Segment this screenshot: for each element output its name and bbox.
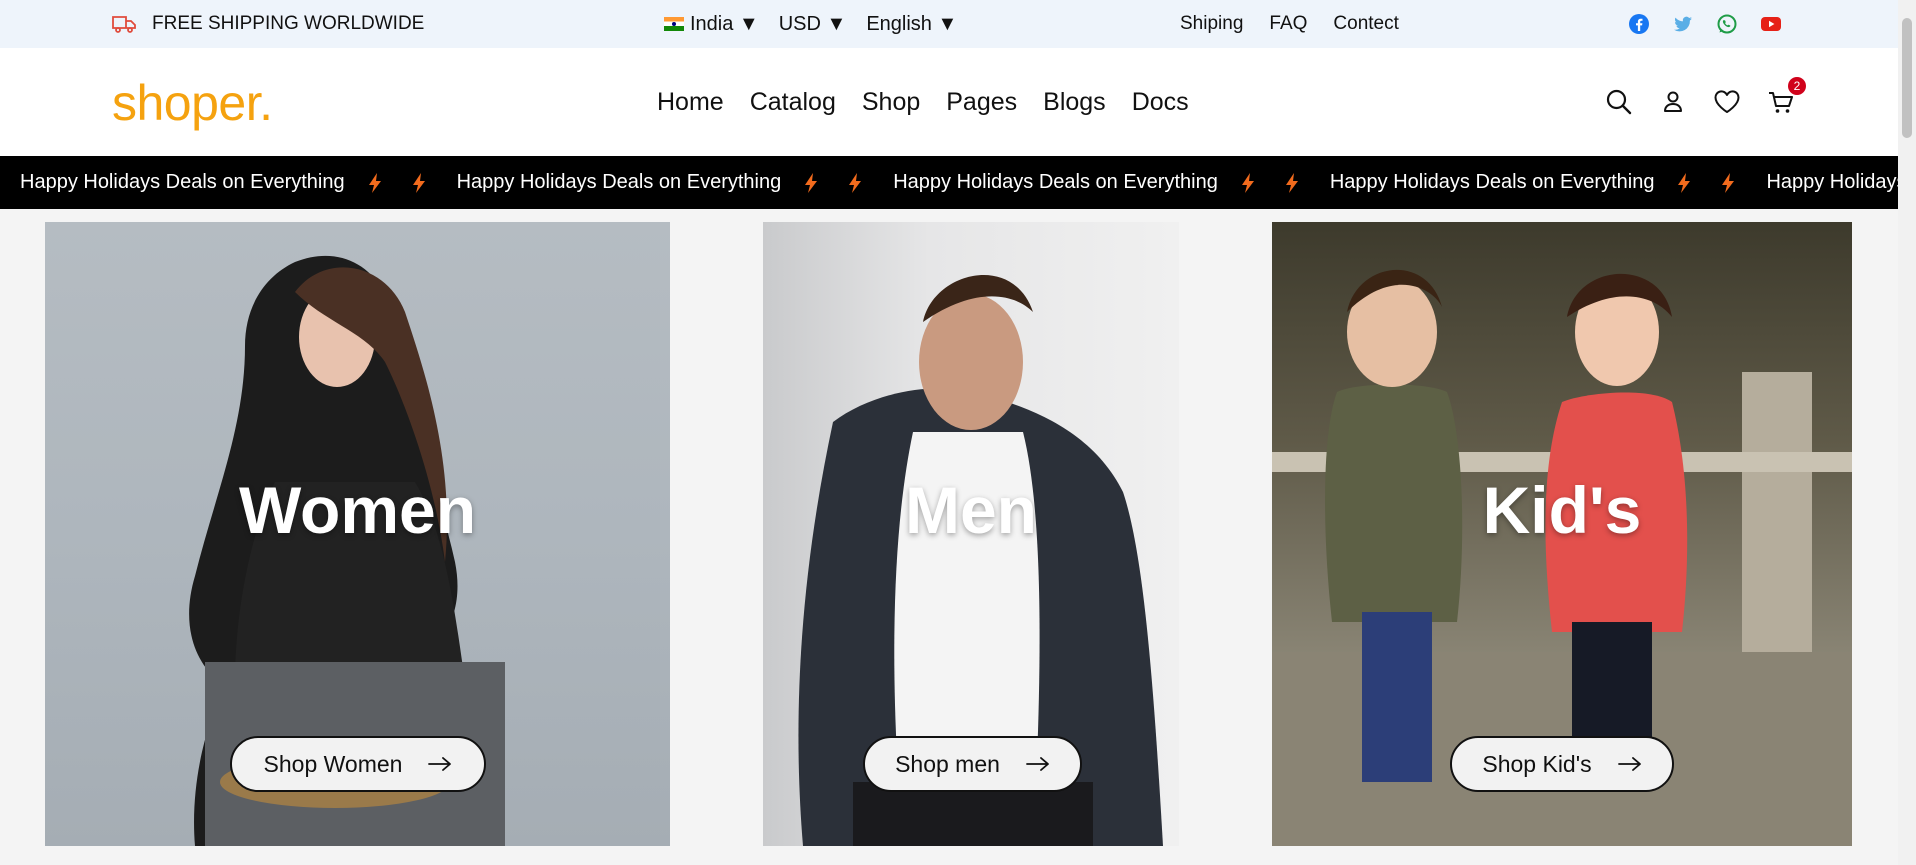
- category-card-men[interactable]: Men Shop men: [763, 222, 1179, 846]
- lightning-icon: [1676, 172, 1692, 194]
- marquee-item: Happy Holidays Deals on Everything: [20, 171, 457, 194]
- lightning-icon: [847, 172, 863, 194]
- arrow-right-icon: [428, 757, 452, 771]
- top-links: Shiping FAQ Contect: [1180, 0, 1399, 48]
- facebook-icon[interactable]: [1628, 13, 1650, 35]
- truck-icon: [112, 16, 136, 33]
- whatsapp-icon[interactable]: [1716, 13, 1738, 35]
- shop-kids-button[interactable]: Shop Kid's: [1450, 736, 1674, 792]
- arrow-right-icon: [1026, 757, 1049, 771]
- category-card-kids[interactable]: Kid's Shop Kid's: [1272, 222, 1852, 846]
- marquee-text: Happy Holidays Deals on Everything: [1329, 171, 1655, 193]
- category-title: Kid's: [1482, 473, 1642, 547]
- category-card-women[interactable]: Women Shop Women: [45, 222, 670, 846]
- nav-home[interactable]: Home: [657, 88, 724, 117]
- faq-link[interactable]: FAQ: [1269, 13, 1307, 35]
- youtube-icon[interactable]: [1760, 13, 1782, 35]
- india-flag-icon: [664, 17, 684, 31]
- shop-women-button[interactable]: Shop Women: [230, 736, 486, 792]
- marquee-text: Happy Holidays Deals on Everything: [20, 171, 345, 193]
- promo-marquee: Happy Holidays Deals on Everything Happy …: [0, 156, 1898, 209]
- nav-docs[interactable]: Docs: [1132, 88, 1189, 117]
- marquee-text: Happy Holidays Deals on Everything: [893, 171, 1218, 193]
- scrollbar-thumb[interactable]: [1902, 18, 1912, 138]
- shipping-notice: FREE SHIPPING WORLDWIDE: [112, 0, 424, 48]
- marquee-text: Happy Holidays Deals on Everything: [1766, 171, 1898, 193]
- country-label: India ▼: [690, 12, 759, 35]
- currency-select[interactable]: USD ▼: [779, 13, 847, 36]
- top-bar: FREE SHIPPING WORLDWIDE India ▼ USD ▼ En…: [0, 0, 1898, 48]
- locale-selectors: India ▼ USD ▼ English ▼: [664, 0, 957, 48]
- language-label: English ▼: [866, 12, 958, 35]
- main-nav: Home Catalog Shop Pages Blogs Docs: [657, 48, 1189, 156]
- site-logo[interactable]: shoper.: [112, 74, 273, 132]
- currency-label: USD ▼: [778, 12, 847, 35]
- lightning-icon: [411, 172, 427, 194]
- page-scrollbar[interactable]: [1898, 0, 1916, 865]
- cart-icon[interactable]: 2: [1766, 77, 1806, 117]
- contact-link[interactable]: Contect: [1333, 13, 1398, 35]
- cart-count-badge: 2: [1788, 77, 1806, 95]
- twitter-icon[interactable]: [1672, 13, 1694, 35]
- shipping-text: FREE SHIPPING WORLDWIDE: [152, 13, 425, 34]
- nav-blogs[interactable]: Blogs: [1043, 88, 1106, 117]
- language-select[interactable]: English ▼: [866, 13, 957, 36]
- nav-pages[interactable]: Pages: [946, 88, 1017, 117]
- nav-shop[interactable]: Shop: [862, 88, 920, 117]
- marquee-item: Happy Holidays Deals on Everything: [1330, 171, 1767, 194]
- social-links: [1628, 0, 1782, 48]
- lightning-icon: [1240, 172, 1256, 194]
- category-title: Women: [238, 473, 477, 547]
- button-label: Shop Women: [263, 750, 403, 777]
- nav-catalog[interactable]: Catalog: [750, 88, 836, 117]
- main-header: shoper. Home Catalog Shop Pages Blogs Do…: [0, 48, 1898, 156]
- lightning-icon: [803, 172, 819, 194]
- country-select[interactable]: India ▼: [664, 13, 759, 36]
- marquee-text: Happy Holidays Deals on Everything: [456, 171, 782, 193]
- user-icon[interactable]: [1658, 87, 1688, 117]
- shipping-link[interactable]: Shiping: [1180, 13, 1243, 35]
- marquee-track: Happy Holidays Deals on Everything Happy …: [20, 156, 1898, 209]
- search-icon[interactable]: [1604, 87, 1634, 117]
- lightning-icon: [1720, 172, 1736, 194]
- shop-men-button[interactable]: Shop men: [863, 736, 1082, 792]
- category-title: Men: [905, 473, 1037, 547]
- marquee-item: Happy Holidays Deals on Everything: [1766, 171, 1898, 194]
- header-actions: 2: [1604, 48, 1806, 156]
- arrow-right-icon: [1617, 757, 1641, 771]
- marquee-item: Happy Holidays Deals on Everything: [893, 171, 1330, 194]
- lightning-icon: [1284, 172, 1300, 194]
- button-label: Shop men: [895, 750, 1000, 777]
- button-label: Shop Kid's: [1482, 750, 1592, 777]
- lightning-icon: [367, 172, 383, 194]
- heart-icon[interactable]: [1712, 87, 1742, 117]
- marquee-item: Happy Holidays Deals on Everything: [457, 171, 894, 194]
